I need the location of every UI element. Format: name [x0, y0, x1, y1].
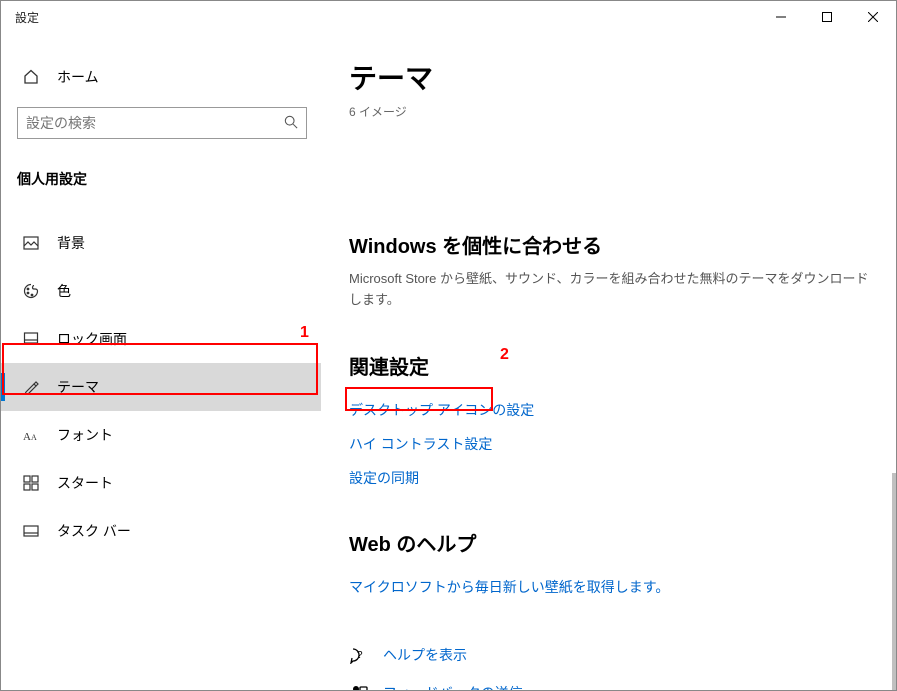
help-link[interactable]: ? ヘルプを表示: [349, 645, 872, 665]
search-input[interactable]: [26, 115, 284, 131]
sidebar-item-start[interactable]: スタート: [1, 459, 321, 507]
help-icon: ?: [349, 646, 369, 664]
link-high-contrast[interactable]: ハイ コントラスト設定: [349, 434, 492, 454]
link-webhelp-wallpaper[interactable]: マイクロソフトから毎日新しい壁紙を取得します。: [349, 577, 669, 597]
help-label: ヘルプを表示: [383, 645, 467, 665]
search-icon: [284, 115, 298, 132]
sidebar-item-label: テーマ: [57, 377, 99, 397]
home-label: ホーム: [57, 67, 99, 87]
taskbar-icon: [21, 523, 41, 539]
related-heading: 関連設定: [349, 351, 872, 380]
search-box[interactable]: [17, 107, 307, 139]
close-button[interactable]: [850, 1, 896, 33]
sidebar-item-taskbar[interactable]: タスク バー: [1, 507, 321, 555]
feedback-label: フィードバックの送信: [383, 683, 523, 690]
sidebar-item-label: フォント: [57, 425, 113, 445]
feedback-link[interactable]: フィードバックの送信: [349, 683, 872, 690]
section-label: 個人用設定: [1, 149, 321, 197]
personalize-heading: Windows を個性に合わせる: [349, 230, 872, 259]
page-title: テーマ: [349, 57, 872, 97]
sidebar-item-lockscreen[interactable]: ロック画面: [1, 315, 321, 363]
scrollbar[interactable]: [892, 473, 896, 690]
sidebar-item-fonts[interactable]: AA フォント: [1, 411, 321, 459]
svg-text:?: ?: [357, 650, 363, 661]
themes-icon: [21, 379, 41, 395]
feedback-icon: [349, 684, 369, 690]
personalize-desc: Microsoft Store から壁紙、サウンド、カラーを組み合わせた無料のテ…: [349, 269, 872, 311]
webhelp-heading: Web のヘルプ: [349, 528, 872, 557]
sidebar-item-themes[interactable]: テーマ: [1, 363, 321, 411]
sidebar-item-background[interactable]: 背景: [1, 219, 321, 267]
svg-text:A: A: [31, 433, 37, 442]
sidebar: ホーム 個人用設定 背景 色: [1, 33, 321, 690]
background-icon: [21, 235, 41, 251]
sidebar-item-label: ロック画面: [57, 329, 127, 349]
sidebar-item-label: 背景: [57, 233, 85, 253]
fonts-icon: AA: [21, 428, 41, 442]
palette-icon: [21, 283, 41, 299]
sidebar-item-label: スタート: [57, 473, 113, 493]
main-content: テーマ 6 イメージ Windows を個性に合わせる Microsoft St…: [321, 33, 896, 690]
window-controls: [758, 1, 896, 33]
window-title: 設定: [15, 9, 39, 26]
titlebar: 設定: [1, 1, 896, 33]
sidebar-item-colors[interactable]: 色: [1, 267, 321, 315]
svg-text:A: A: [23, 431, 31, 442]
link-desktop-icons[interactable]: デスクトップ アイコンの設定: [349, 400, 534, 420]
home-link[interactable]: ホーム: [1, 57, 321, 97]
sidebar-item-label: タスク バー: [57, 521, 131, 541]
sidebar-item-label: 色: [57, 281, 71, 301]
link-sync-settings[interactable]: 設定の同期: [349, 468, 419, 488]
image-count: 6 イメージ: [349, 103, 872, 120]
start-icon: [21, 475, 41, 491]
lockscreen-icon: [21, 331, 41, 347]
home-icon: [21, 69, 41, 85]
maximize-button[interactable]: [804, 1, 850, 33]
minimize-button[interactable]: [758, 1, 804, 33]
